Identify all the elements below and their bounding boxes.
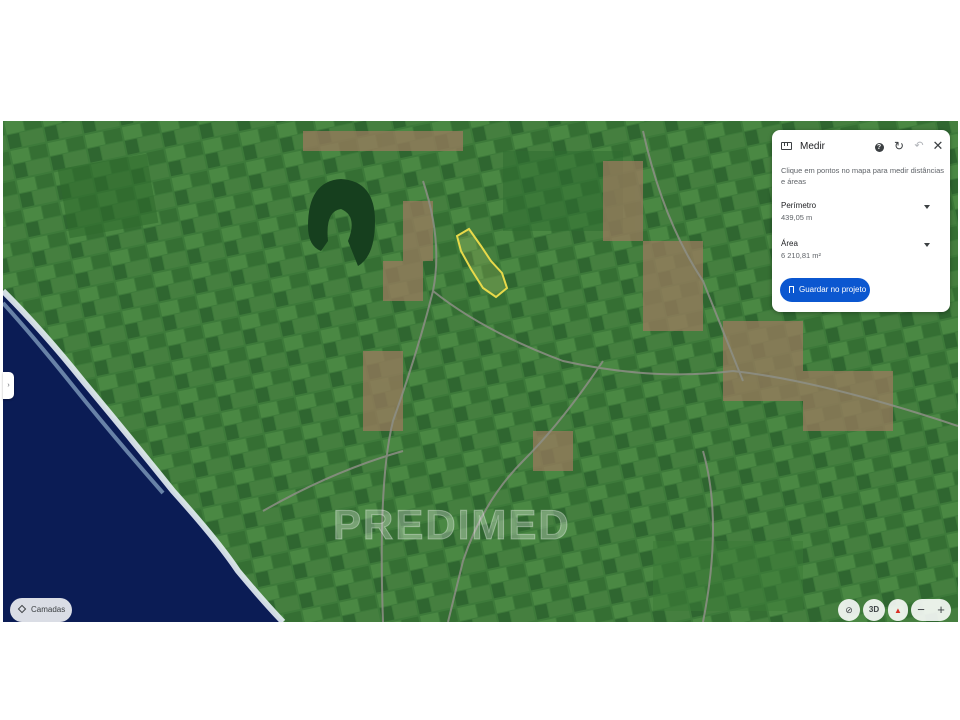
zoom-controls: − +: [911, 599, 951, 621]
save-to-project-button[interactable]: Guardar no projeto: [780, 278, 870, 302]
area-value: 6 210,81 m²: [781, 251, 822, 260]
help-button[interactable]: ?: [872, 139, 886, 153]
compass-needle: ▲: [894, 606, 902, 615]
location-off-icon[interactable]: ⊘: [838, 599, 860, 621]
close-icon[interactable]: ✕: [931, 139, 945, 153]
area-row[interactable]: Área 6 210,81 m²: [772, 239, 950, 269]
layers-label: Camadas: [31, 605, 66, 614]
measure-instructions: Clique em pontos no mapa para medir dist…: [781, 166, 945, 186]
ruler-icon: [781, 142, 792, 150]
layers-button[interactable]: Camadas: [10, 598, 72, 622]
save-to-project-label: Guardar no projeto: [799, 285, 867, 294]
refresh-icon[interactable]: ↻: [892, 139, 906, 153]
expand-sidebar-button[interactable]: ›: [3, 372, 14, 399]
panel-title: Medir: [800, 141, 826, 152]
measure-panel-header: Medir ? ↻ ↶ ✕: [772, 130, 950, 164]
chevron-down-icon[interactable]: [924, 243, 930, 247]
layers-icon: [17, 604, 27, 614]
measure-panel: Medir ? ↻ ↶ ✕ Clique em pontos no mapa p…: [772, 130, 950, 312]
watermark: PREDIMED: [333, 501, 571, 549]
zoom-out-button[interactable]: −: [911, 599, 931, 621]
bookmark-icon: [789, 286, 794, 293]
undo-icon[interactable]: ↶: [912, 139, 926, 153]
perimeter-value: 439,05 m: [781, 213, 813, 222]
perimeter-label: Perímetro: [781, 201, 817, 210]
compass-icon[interactable]: ▲: [888, 599, 908, 621]
area-label: Área: [781, 239, 798, 248]
help-icon: ?: [874, 143, 884, 152]
zoom-in-button[interactable]: +: [931, 599, 951, 621]
chevron-right-icon: ›: [7, 382, 10, 389]
view-3d-button[interactable]: 3D: [863, 599, 885, 621]
chevron-down-icon[interactable]: [924, 205, 930, 209]
perimeter-row[interactable]: Perímetro 439,05 m: [772, 201, 950, 231]
